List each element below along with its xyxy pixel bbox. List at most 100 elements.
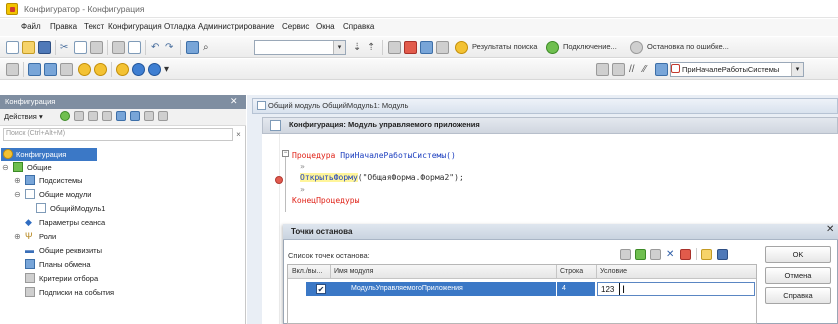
delete-all-icon[interactable] [680, 249, 691, 260]
expand-icon[interactable]: ⊕ [14, 174, 21, 187]
roles-icon: Ψ [25, 231, 33, 241]
comment-icon[interactable]: // [629, 63, 635, 76]
step-icon[interactable] [94, 63, 107, 76]
save-icon[interactable] [38, 41, 51, 54]
tree-item-label: Подписки на события [39, 288, 115, 297]
document-tab-title: Общий модуль ОбщийМодуль1: Модуль [268, 101, 409, 110]
syntax-check-icon[interactable] [388, 41, 401, 54]
find-prev-icon[interactable]: ⇡ [367, 41, 375, 54]
module-icon [270, 120, 281, 131]
search-results-label[interactable]: Результаты поиска [472, 42, 537, 51]
grid-icon[interactable] [44, 63, 57, 76]
copy-icon[interactable] [74, 41, 87, 54]
column-header-line[interactable]: Строка [560, 268, 583, 275]
document-icon [257, 101, 266, 110]
list-icon[interactable] [6, 63, 19, 76]
tree-item-label: Общие реквизиты [39, 246, 102, 255]
ok-button[interactable]: OK [765, 246, 831, 263]
list-view-icon[interactable] [144, 111, 154, 121]
module-name-cell[interactable]: МодульУправляемогоПриложения [351, 285, 463, 292]
chevron-down-icon[interactable]: ▾ [791, 63, 803, 76]
delete-icon[interactable]: ✕ [666, 248, 674, 261]
column-header-enabled[interactable]: Вкл./вы... [292, 268, 322, 275]
find-icon[interactable] [186, 41, 199, 54]
menu-text[interactable]: Текст [84, 22, 104, 31]
redo-icon[interactable]: ↷ [165, 41, 173, 54]
column-header-module[interactable]: Имя модуля [334, 268, 373, 275]
condition-input[interactable] [597, 282, 755, 296]
undo-icon[interactable]: ↶ [151, 41, 159, 54]
close-icon[interactable]: ✕ [230, 96, 238, 107]
uncomment-icon[interactable]: ⁄⁄ [643, 63, 646, 76]
editor-gutter[interactable] [262, 134, 280, 324]
step-out-icon[interactable] [148, 63, 161, 76]
run-icon[interactable] [78, 63, 91, 76]
breakpoint-icon[interactable] [275, 176, 283, 184]
code-procedure-name: ПриНачалеРаботыСистемы [340, 151, 447, 160]
stop-on-error-icon[interactable] [630, 41, 643, 54]
menu-administration[interactable]: Администрирование [198, 22, 274, 31]
menu-file[interactable]: Файл [21, 22, 41, 31]
open-folder-icon[interactable] [22, 41, 35, 54]
paste-icon[interactable] [90, 41, 103, 54]
cancel-button[interactable]: Отмена [765, 267, 831, 284]
save-icon[interactable] [717, 249, 728, 260]
enable-all-icon[interactable] [635, 249, 646, 260]
chevron-down-icon[interactable]: ▾ [333, 41, 345, 54]
collapse-icon[interactable]: ⊖ [2, 161, 9, 174]
move-down-icon[interactable] [130, 111, 140, 121]
connection-icon[interactable] [546, 41, 559, 54]
step-over-icon[interactable] [132, 63, 145, 76]
find-next-icon[interactable]: ⇣ [353, 41, 361, 54]
object-icon[interactable] [60, 63, 73, 76]
enabled-checkbox[interactable]: ✔ [316, 284, 326, 294]
close-icon[interactable]: ✕ [826, 224, 834, 235]
wizard-icon[interactable] [404, 41, 417, 54]
dialog-titlebar [283, 224, 838, 240]
collapse-icon[interactable]: ⊖ [14, 188, 21, 201]
module-window-title: Конфигурация: Модуль управляемого прилож… [289, 120, 480, 129]
menu-windows[interactable]: Окна [316, 22, 335, 31]
clear-search-icon[interactable]: × [233, 128, 244, 141]
bookmark-icon[interactable] [596, 63, 609, 76]
disable-all-icon[interactable] [650, 249, 661, 260]
code-call-name: ОткрытьФорму [300, 173, 358, 182]
stop-on-error-label[interactable]: Остановка по ошибке... [647, 42, 729, 51]
menu-edit[interactable]: Правка [50, 22, 77, 31]
bookmark-next-icon[interactable] [612, 63, 625, 76]
new-doc-icon[interactable] [6, 41, 19, 54]
open-folder-icon[interactable] [701, 249, 712, 260]
subscriptions-icon [25, 287, 35, 297]
menu-service[interactable]: Сервис [282, 22, 309, 31]
menu-help[interactable]: Справка [343, 22, 374, 31]
text-cursor [619, 283, 620, 295]
preview-icon[interactable] [128, 41, 141, 54]
fold-toggle-icon[interactable]: − [282, 150, 289, 157]
move-up-icon[interactable] [116, 111, 126, 121]
tree-item-configuration[interactable]: Конфигурация [2, 148, 97, 161]
help-button[interactable]: Справка [765, 287, 831, 304]
edit-icon[interactable] [74, 111, 84, 121]
template-icon[interactable] [436, 41, 449, 54]
module-icon[interactable] [420, 41, 433, 54]
print-icon[interactable] [112, 41, 125, 54]
search-results-icon[interactable] [455, 41, 468, 54]
add-icon[interactable] [60, 111, 70, 121]
column-header-condition[interactable]: Условие [600, 268, 627, 275]
filter-icon[interactable] [158, 111, 168, 121]
table-icon[interactable] [28, 63, 41, 76]
step-into-icon[interactable] [116, 63, 129, 76]
delete-icon[interactable] [88, 111, 98, 121]
copy-item-icon[interactable] [102, 111, 112, 121]
zoom-icon[interactable]: ⌕ [203, 41, 209, 54]
expand-icon[interactable]: ⊕ [14, 230, 21, 243]
chevron-down-icon[interactable]: ▾ [164, 63, 169, 76]
procedures-icon[interactable] [655, 63, 668, 76]
cut-icon[interactable]: ✂ [60, 41, 68, 54]
menu-configuration[interactable]: Конфигурация [108, 22, 162, 31]
condition-icon[interactable] [620, 249, 631, 260]
menu-debug[interactable]: Отладка [164, 22, 196, 31]
actions-button[interactable]: Действия ▾ [4, 112, 43, 121]
diamond-icon: ◆ [25, 217, 32, 227]
connection-label[interactable]: Подключение... [563, 42, 617, 51]
